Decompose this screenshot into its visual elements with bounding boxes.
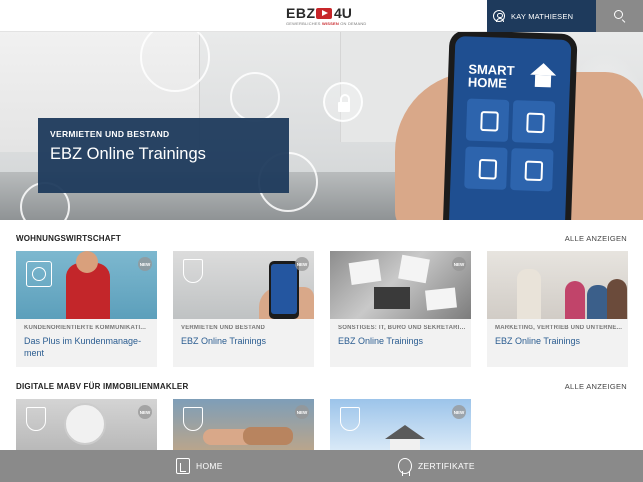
tab-certificates[interactable]: ZERTIFIKATE xyxy=(398,450,475,482)
html5-shield-icon xyxy=(26,407,46,431)
course-category: MARKETING, VERTRIEB UND UNTERNE... xyxy=(495,325,623,331)
course-title: EBZ Online Trainings xyxy=(338,336,424,346)
course-card[interactable]: NEW xyxy=(16,399,157,450)
thumbnail-house-walls xyxy=(390,439,420,450)
user-name: KAY MATHIESEN xyxy=(511,11,574,21)
course-category: VERMIETEN UND BESTAND xyxy=(181,325,266,331)
top-bar: EBZ 4U GEWERBLICHES WISSEN ON DEMAND KAY… xyxy=(0,0,643,32)
new-badge: NEW xyxy=(452,257,466,271)
new-badge: NEW xyxy=(295,257,309,271)
hero-title: EBZ Online Trainings xyxy=(50,145,206,163)
shield-lock-icon xyxy=(510,148,554,192)
course-thumbnail xyxy=(487,251,628,319)
thumbnail-person xyxy=(565,281,585,319)
tab-certificates-label: ZERTIFIKATE xyxy=(418,461,475,471)
thumbnail-phone xyxy=(269,261,299,319)
thumbnail-radiator-knob xyxy=(64,403,106,445)
new-badge: NEW xyxy=(138,257,152,271)
ebz4u-logo[interactable]: EBZ 4U GEWERBLICHES WISSEN ON DEMAND xyxy=(286,5,366,28)
new-badge: NEW xyxy=(295,405,309,419)
thumbnail-person xyxy=(607,279,627,319)
html5-shield-icon xyxy=(183,407,203,431)
new-badge: NEW xyxy=(452,405,466,419)
play-icon xyxy=(316,8,332,19)
course-title: Das Plus im Kundenmanage-ment xyxy=(24,336,142,358)
smart-home-phone: SMART HOME xyxy=(442,32,578,220)
section-title: WOHNUNGSWIRTSCHAFT xyxy=(16,234,121,243)
course-thumbnail: NEW xyxy=(173,251,314,319)
show-all-link[interactable]: ALLE ANZEIGEN xyxy=(565,382,627,391)
phone-screen: SMART HOME xyxy=(448,36,572,220)
search-button[interactable] xyxy=(596,0,643,32)
user-icon xyxy=(493,10,505,22)
section-header-wohnungswirtschaft: WOHNUNGSWIRTSCHAFT ALLE ANZEIGEN xyxy=(16,234,627,246)
globe-icon xyxy=(26,261,52,287)
course-thumbnail: NEW xyxy=(330,399,471,450)
course-category: SONSTIGES: IT, BÜRO UND SEKRETARIAT xyxy=(338,325,466,331)
course-card[interactable]: NEW SONSTIGES: IT, BÜRO UND SEKRETARIAT … xyxy=(330,251,471,367)
course-card[interactable]: NEW VERMIETEN UND BESTAND EBZ Online Tra… xyxy=(173,251,314,367)
course-thumbnail: NEW xyxy=(16,399,157,450)
phone-tiles xyxy=(464,98,561,197)
course-card[interactable]: MARKETING, VERTRIEB UND UNTERNE... EBZ O… xyxy=(487,251,628,367)
thumbnail-paper xyxy=(398,254,430,284)
medal-icon xyxy=(398,458,412,476)
logo-text-ebz: EBZ xyxy=(286,5,316,21)
lock-icon xyxy=(323,82,363,122)
hero-deco-ring xyxy=(230,72,280,122)
course-thumbnail: NEW xyxy=(173,399,314,450)
thumbnail-person xyxy=(587,285,609,319)
bulb-icon xyxy=(465,98,510,142)
course-thumbnail: NEW xyxy=(330,251,471,319)
thumbnail-hand xyxy=(243,427,293,445)
thumbnail-head xyxy=(76,251,98,273)
course-category: KUNDENORIENTIERTE KOMMUNIKATI... xyxy=(24,325,146,331)
section-title: DIGITALE MABV FÜR IMMOBILIENMAKLER xyxy=(16,382,189,391)
course-thumbnail: NEW xyxy=(16,251,157,319)
bottom-tab-bar: HOME ZERTIFIKATE xyxy=(0,450,643,482)
house-icon xyxy=(530,63,557,90)
thumbnail-paper xyxy=(425,287,457,311)
tab-home-label: HOME xyxy=(196,461,223,471)
thumbnail-paper xyxy=(348,259,382,285)
course-card[interactable]: NEW KUNDENORIENTIERTE KOMMUNIKATI... Das… xyxy=(16,251,157,367)
user-account-button[interactable]: KAY MATHIESEN xyxy=(487,0,596,32)
thumbnail-house-roof xyxy=(385,425,425,439)
course-title: EBZ Online Trainings xyxy=(495,336,581,346)
course-title: EBZ Online Trainings xyxy=(181,336,267,346)
hero-caption-box[interactable]: VERMIETEN UND BESTAND EBZ Online Trainin… xyxy=(38,118,289,193)
thermometer-icon xyxy=(464,146,508,190)
thumbnail-person xyxy=(517,269,541,319)
shield-icon xyxy=(183,259,203,283)
course-card[interactable]: NEW xyxy=(330,399,471,450)
logo-text-4u: 4U xyxy=(334,5,352,21)
hero-banner[interactable]: SMART HOME VERMIETEN UND BESTAND EBZ Onl… xyxy=(0,32,643,220)
section-header-digitale-mabv: DIGITALE MABV FÜR IMMOBILIENMAKLER ALLE … xyxy=(16,382,627,394)
logo-tagline: GEWERBLICHES WISSEN ON DEMAND xyxy=(286,21,367,26)
home-icon xyxy=(176,458,190,474)
camera-icon xyxy=(511,100,556,144)
search-icon xyxy=(614,10,623,19)
course-card[interactable]: NEW xyxy=(173,399,314,450)
thumbnail-laptop xyxy=(374,287,410,309)
layers-icon xyxy=(340,407,360,431)
show-all-link[interactable]: ALLE ANZEIGEN xyxy=(565,234,627,243)
phone-smart-home-title: SMART HOME xyxy=(467,61,515,91)
tab-home[interactable]: HOME xyxy=(176,450,223,482)
new-badge: NEW xyxy=(138,405,152,419)
hero-category: VERMIETEN UND BESTAND xyxy=(50,129,170,139)
